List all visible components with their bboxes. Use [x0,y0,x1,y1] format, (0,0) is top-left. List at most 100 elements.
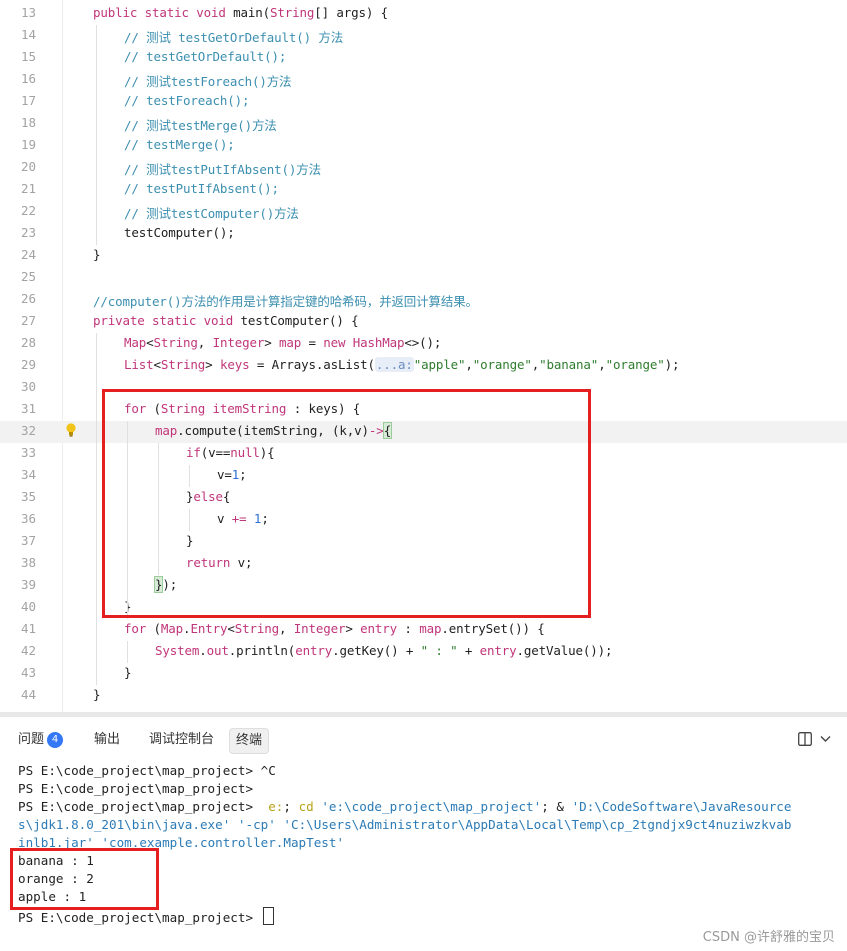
code-line[interactable]: 21 // testPutIfAbsent(); [0,179,847,201]
code-text: // testForeach(); [124,93,250,108]
code-line[interactable]: 41 for (Map.Entry<String, Integer> entry … [0,619,847,641]
line-number: 30 [20,379,36,394]
code-token: Integer [293,621,346,636]
line-number: 23 [20,225,36,240]
line-number: 42 [20,643,36,658]
code-line[interactable]: 44} [0,685,847,707]
code-text: } [93,687,101,702]
code-line[interactable]: 25 [0,267,847,289]
tab-problems-label: 问题 [18,732,45,747]
terminal-text: e: [268,799,284,814]
code-token: . [199,643,207,658]
code-line[interactable]: 17 // testForeach(); [0,91,847,113]
indent-guide [96,25,97,245]
code-line[interactable]: 23 testComputer(); [0,223,847,245]
tab-debug-console[interactable]: 调试控制台 [143,728,220,752]
split-panel-icon[interactable] [798,732,812,746]
code-line[interactable]: 27 private static void testComputer() { [0,311,847,333]
code-text: // 测试testComputer()方法 [124,203,299,222]
line-number: 35 [20,489,36,504]
indent-guide [127,641,128,663]
lightbulb-icon[interactable] [64,422,78,438]
line-number: 32 [20,423,36,438]
code-token: keys [219,357,250,372]
code-text: // 测试testForeach()方法 [124,71,292,90]
code-line[interactable]: 16 // 测试testForeach()方法 [0,69,847,91]
line-number: 19 [20,137,36,152]
tab-terminal-label: 终端 [236,733,263,748]
code-token: main( [233,5,271,20]
code-token: // testGetOrDefault(); [124,49,287,64]
tab-terminal[interactable]: 终端 [229,728,270,754]
code-token: [] args) { [314,5,389,20]
chevron-down-icon[interactable] [820,735,831,743]
code-text: // 测试testMerge()方法 [124,115,277,134]
code-line[interactable]: 43} [0,663,847,685]
code-line[interactable]: 20 // 测试testPutIfAbsent()方法 [0,157,847,179]
code-token: , [465,357,473,372]
line-number: 36 [20,511,36,526]
code-line[interactable]: 19 // testMerge(); [0,135,847,157]
code-line[interactable]: 18 // 测试testMerge()方法 [0,113,847,135]
code-token: HashMap [352,335,405,350]
tab-output[interactable]: 输出 [88,728,126,752]
code-text: //computer()方法的作用是计算指定键的哈希码，并返回计算结果。 [93,291,478,310]
code-line[interactable]: 28 Map<String, Integer> map = new HashMap… [0,333,847,355]
code-token: = Arrays.asList( [249,357,375,372]
code-token: } [124,665,132,680]
code-token: // 测试testMerge()方法 [124,118,277,133]
code-token: // 测试testPutIfAbsent()方法 [124,162,321,177]
code-token: out [206,643,229,658]
line-number: 38 [20,555,36,570]
line-number: 24 [20,247,36,262]
terminal-text: ; & [541,799,572,814]
terminal-text: cd [298,799,314,814]
code-line[interactable]: 22 // 测试testComputer()方法 [0,201,847,223]
tab-output-label: 输出 [94,732,121,747]
code-token: // testPutIfAbsent(); [124,181,279,196]
code-text: for (Map.Entry<String, Integer> entry : … [124,621,545,636]
code-line[interactable]: 15 // testGetOrDefault(); [0,47,847,69]
code-token: .entrySet()) { [441,621,545,636]
terminal-text: PS E:\code_project\map_project> ^C [18,763,276,778]
code-token: String [160,357,206,372]
code-text: System.out.println(entry.getKey() + " : … [155,643,613,658]
code-token: : [397,621,420,636]
tab-problems[interactable]: 问题 4 [12,728,69,752]
code-token: // 测试 testGetOrDefault() 方法 [124,30,344,45]
code-token: // 测试testComputer()方法 [124,206,299,221]
code-line[interactable]: 26 //computer()方法的作用是计算指定键的哈希码，并返回计算结果。 [0,289,847,311]
code-token: .println( [228,643,296,658]
bottom-panel: 问题 4 输出 调试控制台 终端 PS E:\code_project\map_p… [0,717,847,951]
code-text: // testMerge(); [124,137,235,152]
code-token: //computer()方法的作用是计算指定键的哈希码，并返回计算结果。 [93,294,478,309]
code-editor[interactable]: 13 public static void main(String[] args)… [0,0,847,712]
code-token: new [323,335,353,350]
line-number: 16 [20,71,36,86]
watermark: CSDN @许舒雅的宝贝 [702,930,835,945]
code-text: // 测试 testGetOrDefault() 方法 [124,27,343,46]
code-token: // testForeach(); [124,93,250,108]
code-token: } [93,687,101,702]
terminal-text: 'D:\CodeSoftware\JavaResource [571,799,792,814]
line-number: 21 [20,181,36,196]
line-number: 39 [20,577,36,592]
code-token: + [457,643,480,658]
code-line[interactable]: 14 // 测试 testGetOrDefault() 方法 [0,25,847,47]
code-token: "orange" [605,357,665,372]
code-text: private static void testComputer() { [93,313,359,328]
code-line[interactable]: 29 List<String> keys = Arrays.asList(...a… [0,355,847,377]
code-token: .getKey() + [332,643,421,658]
code-line[interactable]: 24} [0,245,847,267]
terminal-text: ; [283,799,299,814]
code-token: > [264,335,279,350]
code-token: testComputer() { [240,313,359,328]
code-text: // testGetOrDefault(); [124,49,286,64]
code-token: > [345,621,361,636]
code-token: = [301,335,324,350]
code-token: ( [153,621,162,636]
code-token: entry [295,643,333,658]
terminal-cursor [262,907,274,925]
code-line[interactable]: 13 public static void main(String[] args)… [0,3,847,25]
code-text: Map<String, Integer> map = new HashMap<>… [124,335,441,350]
